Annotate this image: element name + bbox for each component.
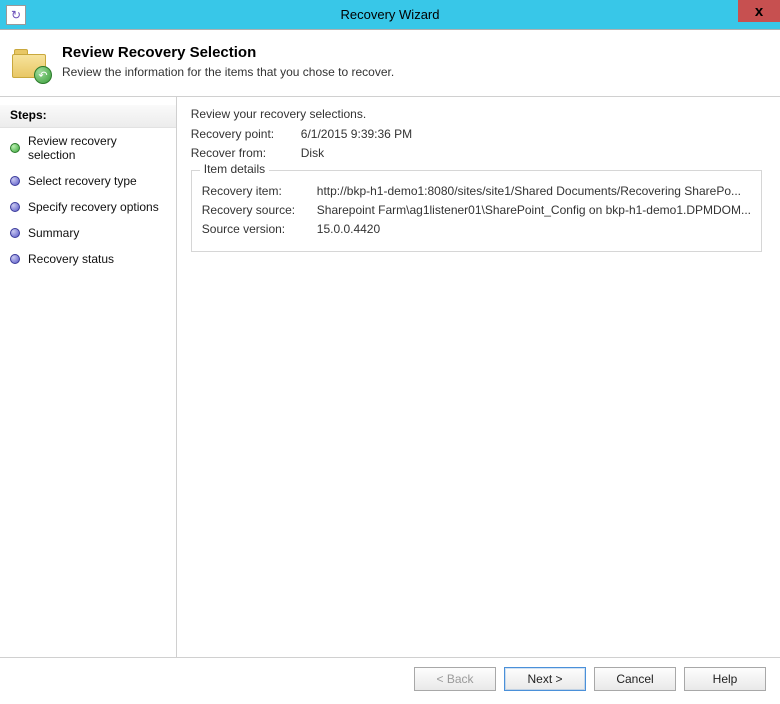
item-details-group: Item details Recovery item: http://bkp-h… [191,170,762,252]
recover-from-row: Recover from: Disk [191,146,762,160]
next-button[interactable]: Next > [504,667,586,691]
step-label: Review recovery selection [28,134,166,162]
recover-from-label: Recover from: [191,146,301,160]
recovery-point-label: Recovery point: [191,127,301,141]
recovery-point-row: Recovery point: 6/1/2015 9:39:36 PM [191,127,762,141]
step-current-icon [10,143,20,153]
content-panel: Review your recovery selections. Recover… [177,97,780,657]
page-subtitle: Review the information for the items tha… [62,65,394,79]
wizard-header: ↶ Review Recovery Selection Review the i… [0,30,780,97]
recovery-item-label: Recovery item: [202,184,317,198]
step-pending-icon [10,254,20,264]
step-label: Summary [28,226,79,240]
step-specify-recovery-options[interactable]: Specify recovery options [0,194,176,220]
step-review-recovery-selection[interactable]: Review recovery selection [0,128,176,168]
recovery-folder-icon: ↶ [12,48,50,82]
item-details-legend: Item details [200,162,269,176]
step-summary[interactable]: Summary [0,220,176,246]
back-button[interactable]: < Back [414,667,496,691]
recover-from-value: Disk [301,146,324,160]
wizard-footer: < Back Next > Cancel Help [0,657,780,699]
recovery-source-row: Recovery source: Sharepoint Farm\ag1list… [202,203,751,217]
steps-sidebar: Steps: Review recovery selection Select … [0,97,177,657]
page-title: Review Recovery Selection [62,44,394,61]
step-pending-icon [10,202,20,212]
source-version-value: 15.0.0.4420 [317,222,751,236]
recovery-source-value: Sharepoint Farm\ag1listener01\SharePoint… [317,203,751,217]
step-select-recovery-type[interactable]: Select recovery type [0,168,176,194]
step-pending-icon [10,228,20,238]
window-title: Recovery Wizard [0,7,780,22]
recovery-item-value: http://bkp-h1-demo1:8080/sites/site1/Sha… [317,184,751,198]
recovery-point-value: 6/1/2015 9:39:36 PM [301,127,412,141]
recovery-item-row: Recovery item: http://bkp-h1-demo1:8080/… [202,184,751,198]
close-button[interactable]: x [738,0,780,22]
titlebar: ↻ Recovery Wizard x [0,0,780,30]
wizard-body: Steps: Review recovery selection Select … [0,97,780,657]
step-pending-icon [10,176,20,186]
recovery-source-label: Recovery source: [202,203,317,217]
help-button[interactable]: Help [684,667,766,691]
step-label: Select recovery type [28,174,137,188]
intro-text: Review your recovery selections. [191,107,762,121]
source-version-label: Source version: [202,222,317,236]
source-version-row: Source version: 15.0.0.4420 [202,222,751,236]
step-label: Specify recovery options [28,200,159,214]
step-recovery-status[interactable]: Recovery status [0,246,176,272]
steps-heading: Steps: [0,105,176,128]
cancel-button[interactable]: Cancel [594,667,676,691]
step-label: Recovery status [28,252,114,266]
wizard-header-text: Review Recovery Selection Review the inf… [62,44,394,79]
close-icon: x [755,3,763,20]
